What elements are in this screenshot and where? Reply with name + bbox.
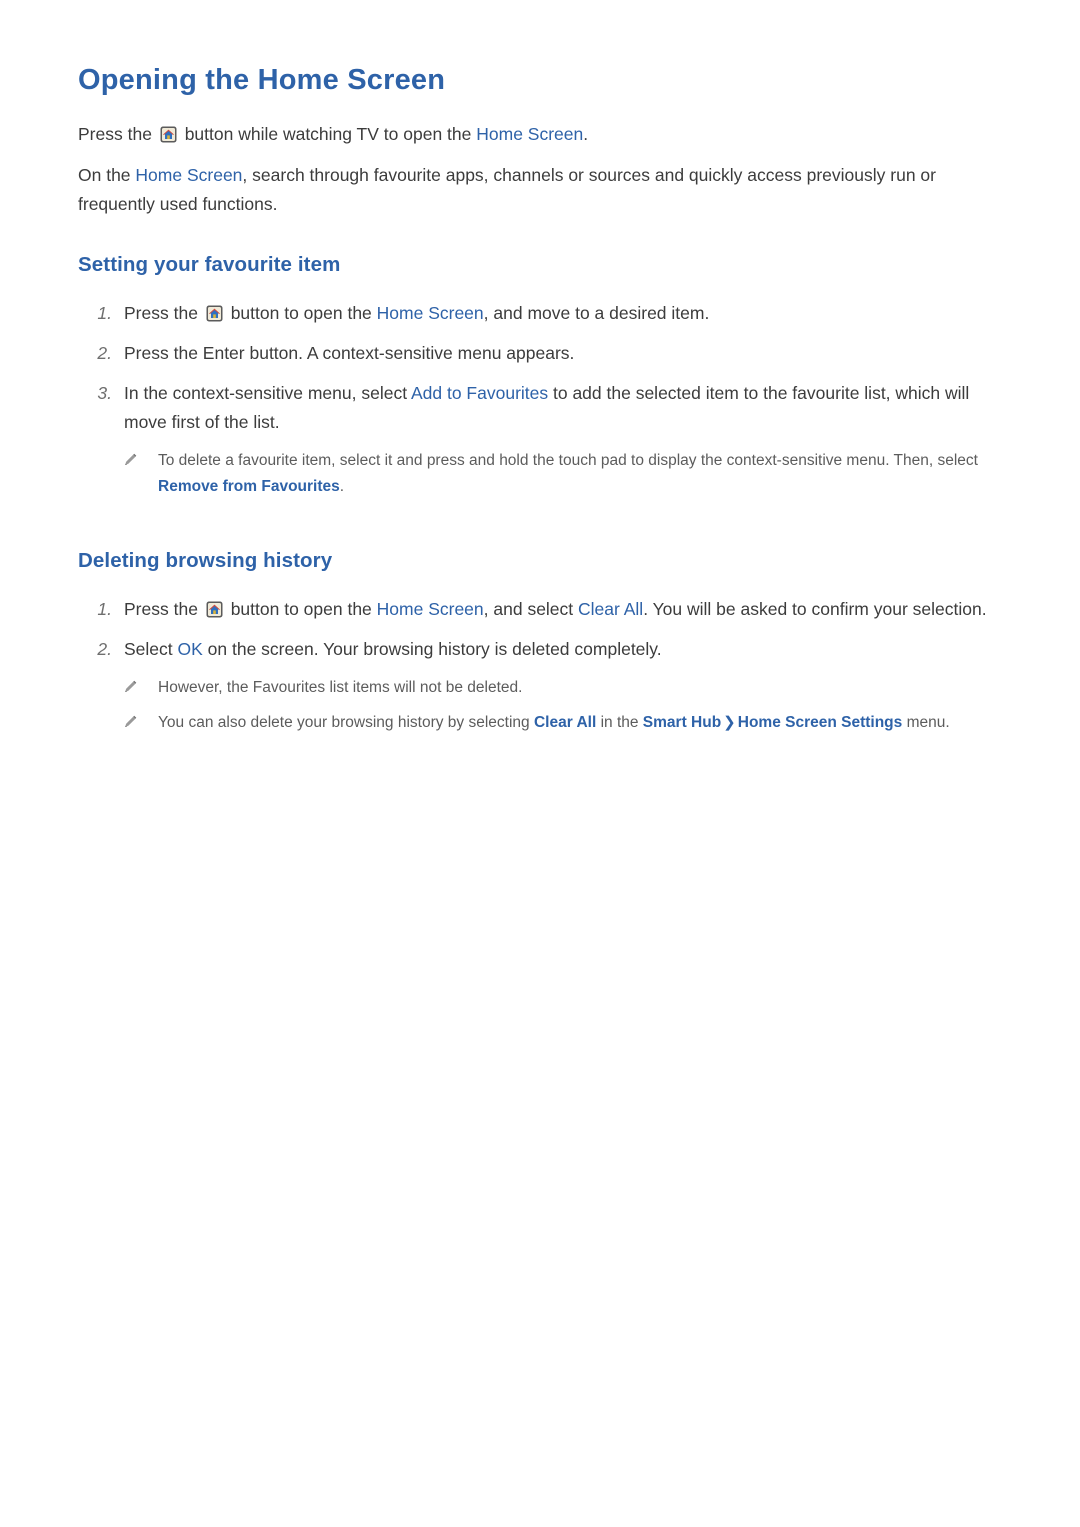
- step-number: 1.: [97, 599, 112, 620]
- pencil-icon: [78, 448, 158, 473]
- note-text: To delete a favourite item, select it an…: [158, 448, 1008, 500]
- intro-paragraph-1: Press the button while watching TV to op…: [78, 120, 1008, 149]
- step-number: 3.: [97, 383, 112, 404]
- s2step1-text-a: Press the: [124, 599, 198, 620]
- step-number: 1.: [97, 303, 112, 324]
- step-text: Press the button to open the Home Screen…: [124, 299, 1008, 328]
- section-1-notes: To delete a favourite item, select it an…: [78, 448, 1008, 500]
- page-title: Opening the Home Screen: [78, 64, 446, 96]
- note-item: To delete a favourite item, select it an…: [78, 448, 1008, 500]
- step1-text-c: , and move to a desired item.: [483, 303, 710, 324]
- note-text: However, the Favourites list items will …: [158, 679, 523, 697]
- note-item: However, the Favourites list items will …: [78, 675, 1008, 701]
- note3-link-home-screen-settings: Home Screen Settings: [737, 714, 903, 732]
- s2step2-text-c: on the screen. Your browsing history is …: [202, 639, 662, 660]
- intro-p2-link-home-screen: Home Screen: [135, 165, 243, 186]
- s2step1-text-d: . You will be asked to confirm your sele…: [643, 599, 987, 620]
- list-item: 1. Press the button to open the Home Scr…: [78, 299, 1008, 328]
- intro-p1-link-home-screen: Home Screen: [476, 124, 584, 145]
- note1-link-remove-from-favourites: Remove from Favourites: [158, 478, 340, 496]
- list-item: 2. Select OK on the screen. Your browsin…: [78, 635, 1008, 664]
- step1-text-b: button to open the: [230, 303, 372, 324]
- list-item: 2. Press the Enter button. A context-sen…: [78, 339, 1008, 368]
- chevron-right-icon: ❯: [723, 714, 736, 732]
- note3-text-b: in the: [596, 714, 643, 732]
- section-1-steps: 1. Press the button to open the Home Scr…: [78, 299, 1008, 437]
- step3-text-a: In the context-sensitive menu, select: [124, 383, 408, 404]
- intro-p1-text-c: .: [583, 124, 589, 145]
- home-button-icon: [160, 126, 177, 143]
- step-number: 2.: [97, 639, 112, 660]
- list-item: 1. Press the button to open the Home Scr…: [78, 595, 1008, 624]
- note3-link-clear-all: Clear All: [533, 714, 597, 732]
- step1-text-a: Press the: [124, 303, 198, 324]
- s2step2-text-a: Select: [124, 639, 178, 660]
- section-2-heading: Deleting browsing history: [78, 549, 333, 573]
- page-content: Opening the Home Screen Press the button…: [78, 62, 1008, 745]
- step-number: 2.: [97, 343, 112, 364]
- s2step1-text-c: , and select: [483, 599, 579, 620]
- step3-link-add-to-favourites: Add to Favourites: [410, 383, 549, 404]
- note1-text-c: .: [339, 478, 345, 496]
- note-item: You can also delete your browsing histor…: [78, 710, 1008, 736]
- home-button-icon: [206, 601, 223, 618]
- step1-link-home-screen: Home Screen: [376, 303, 484, 324]
- step-text: Press the Enter button. A context-sensit…: [124, 343, 575, 364]
- note1-text-a: To delete a favourite item, select it an…: [158, 452, 978, 470]
- section-2-steps: 1. Press the button to open the Home Scr…: [78, 595, 1008, 664]
- step-text: In the context-sensitive menu, select Ad…: [124, 379, 1008, 437]
- list-item: 3. In the context-sensitive menu, select…: [78, 379, 1008, 437]
- pencil-icon: [78, 710, 158, 735]
- intro-p1-text-b: button while watching TV to open the: [184, 124, 472, 145]
- intro-p1-text-a: Press the: [78, 124, 152, 145]
- s2step2-link-ok: OK: [177, 639, 203, 660]
- s2step1-text-b: button to open the: [230, 599, 372, 620]
- note-text: You can also delete your browsing histor…: [158, 710, 1008, 736]
- note3-text-c: menu.: [902, 714, 950, 732]
- home-button-icon: [206, 305, 223, 322]
- intro-paragraph-2: On the Home Screen, search through favou…: [78, 161, 1008, 219]
- note3-link-smart-hub: Smart Hub: [642, 714, 722, 732]
- s2step1-link-clear-all: Clear All: [578, 599, 644, 620]
- section-1-heading: Setting your favourite item: [78, 253, 341, 277]
- intro-p2-text-a: On the: [78, 165, 131, 186]
- step-text: Press the button to open the Home Screen…: [124, 595, 1008, 624]
- document-page: Opening the Home Screen Press the button…: [0, 0, 1080, 1527]
- note3-text-a: You can also delete your browsing histor…: [158, 714, 534, 732]
- step-text: Select OK on the screen. Your browsing h…: [124, 635, 1008, 664]
- pencil-icon: [78, 675, 158, 700]
- s2step1-link-home-screen: Home Screen: [376, 599, 484, 620]
- section-2-notes: However, the Favourites list items will …: [78, 675, 1008, 736]
